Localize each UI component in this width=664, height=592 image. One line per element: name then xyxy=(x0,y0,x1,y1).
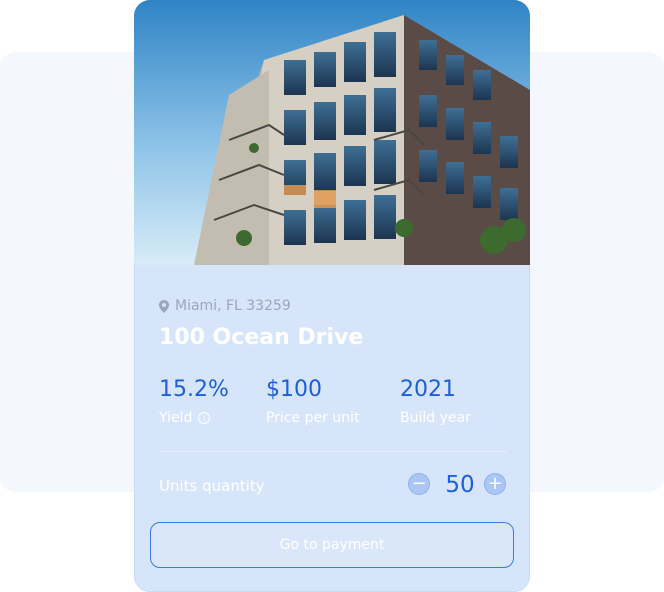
quantity-value: 50 xyxy=(445,472,475,498)
map-pin-icon xyxy=(159,299,169,313)
property-card: Miami, FL 33259 100 Ocean Drive 15.2% Yi… xyxy=(134,0,530,592)
plus-icon: + xyxy=(487,473,503,494)
quantity-label: Units quantity xyxy=(159,477,265,495)
stat-price-label: Price per unit xyxy=(266,410,360,426)
property-photo xyxy=(134,0,530,265)
stat-build-year: 2021 Build year xyxy=(400,377,471,426)
divider xyxy=(159,451,507,452)
minus-icon: − xyxy=(411,473,427,494)
stat-yield-value: 15.2% xyxy=(159,377,229,402)
stat-yield-label: Yield xyxy=(159,410,193,426)
increment-button[interactable]: + xyxy=(484,473,506,495)
property-location: Miami, FL 33259 xyxy=(159,297,291,315)
decrement-button[interactable]: − xyxy=(408,473,430,495)
stat-price: $100 Price per unit xyxy=(266,377,359,426)
location-text: Miami, FL 33259 xyxy=(175,298,291,314)
go-to-payment-button[interactable]: Go to payment xyxy=(150,522,514,568)
stat-build-year-value: 2021 xyxy=(400,377,456,402)
info-icon[interactable]: i xyxy=(198,412,211,424)
stat-yield: 15.2% Yield i xyxy=(159,377,229,426)
property-title: 100 Ocean Drive xyxy=(159,325,364,350)
stat-yield-label-row: Yield i xyxy=(159,410,229,426)
stat-build-year-label: Build year xyxy=(400,410,471,426)
property-info-panel: Miami, FL 33259 100 Ocean Drive 15.2% Yi… xyxy=(134,265,530,592)
stat-price-value: $100 xyxy=(266,377,322,402)
